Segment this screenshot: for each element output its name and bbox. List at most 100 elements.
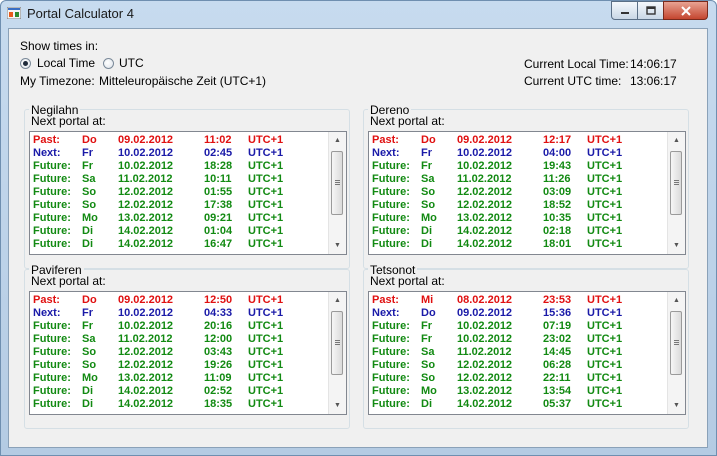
row-type: Future:	[372, 199, 410, 211]
row-type: Future:	[33, 346, 71, 358]
scroll-thumb[interactable]	[331, 151, 343, 215]
row-date: 12.02.2012	[118, 199, 174, 211]
row-date: 11.02.2012	[457, 346, 512, 358]
portal-times-list[interactable]: Past: Do 09.02.2012 11:02 UTC+1 Next: Fr 10.02.…	[29, 131, 347, 255]
row-day: So	[82, 346, 97, 358]
scroll-up-arrow-icon[interactable]: ▲	[668, 292, 685, 309]
scroll-thumb[interactable]	[331, 311, 343, 375]
scroll-thumb[interactable]	[670, 151, 682, 215]
row-time: 03:09	[543, 186, 572, 198]
row-timezone: UTC+1	[587, 212, 623, 224]
scroll-down-arrow-icon[interactable]: ▼	[329, 237, 346, 254]
vertical-scrollbar[interactable]: ▲ ▼	[667, 292, 685, 414]
row-timezone: UTC+1	[587, 346, 623, 358]
vertical-scrollbar[interactable]: ▲ ▼	[667, 132, 685, 254]
grip-line	[674, 342, 679, 343]
row-date: 09.02.2012	[457, 134, 513, 146]
row-type: Future:	[372, 385, 410, 397]
portal-times-list[interactable]: Past: Do 09.02.2012 12:50 UTC+1 Next: Fr 10.02.…	[29, 291, 347, 415]
row-timezone: UTC+1	[587, 147, 623, 159]
local-time-label[interactable]: Local Time	[37, 56, 95, 70]
row-time: 17:38	[204, 199, 233, 211]
row-time: 04:33	[204, 307, 233, 319]
row-date: 12.02.2012	[118, 186, 174, 198]
title-bar[interactable]: Portal Calculator 4	[1, 1, 716, 27]
vertical-scrollbar[interactable]: ▲ ▼	[328, 292, 346, 414]
row-timezone: UTC+1	[587, 372, 623, 384]
row-day: Di	[421, 238, 432, 250]
row-type: Future:	[372, 238, 410, 250]
row-timezone: UTC+1	[248, 173, 284, 185]
scroll-down-arrow-icon[interactable]: ▼	[668, 397, 685, 414]
row-timezone: UTC+1	[587, 333, 623, 345]
next-portal-label: Next portal at:	[31, 274, 106, 288]
scroll-up-arrow-icon[interactable]: ▲	[668, 132, 685, 149]
scroll-up-arrow-icon[interactable]: ▲	[329, 292, 346, 309]
row-date: 10.02.2012	[118, 307, 174, 319]
local-time-radio[interactable]	[20, 58, 31, 69]
row-type: Past:	[372, 134, 399, 146]
portal-times-list[interactable]: Past: Mi 08.02.2012 23:53 UTC+1 Next: Do 09.02.…	[368, 291, 686, 415]
row-day: So	[421, 199, 436, 211]
row-type: Future:	[33, 398, 71, 410]
row-day: Fr	[82, 147, 93, 159]
row-time: 23:02	[543, 333, 572, 345]
row-time: 22:11	[543, 372, 571, 384]
scroll-down-arrow-icon[interactable]: ▼	[668, 237, 685, 254]
row-time: 01:04	[204, 225, 233, 237]
row-day: Fr	[421, 147, 432, 159]
row-type: Future:	[372, 186, 410, 198]
row-date: 13.02.2012	[457, 212, 513, 224]
row-day: Do	[421, 134, 436, 146]
row-day: So	[421, 359, 436, 371]
row-time: 02:52	[204, 385, 233, 397]
grip-line	[335, 340, 340, 341]
portal-times-list[interactable]: Past: Do 09.02.2012 12:17 UTC+1 Next: Fr 10.02.…	[368, 131, 686, 255]
utc-label[interactable]: UTC	[119, 56, 144, 70]
row-time: 02:18	[543, 225, 572, 237]
row-date: 11.02.2012	[118, 173, 173, 185]
row-day: So	[421, 186, 436, 198]
grip-line	[335, 182, 340, 183]
row-day: Fr	[82, 320, 93, 332]
grip-line	[335, 342, 340, 343]
row-day: Di	[421, 225, 432, 237]
app-icon	[7, 7, 21, 19]
portal-group-paviferen: Paviferen Next portal at: Past: Do 09.02.201…	[24, 263, 350, 429]
grip-line	[674, 340, 679, 341]
scroll-down-arrow-icon[interactable]: ▼	[329, 397, 346, 414]
row-time: 18:35	[204, 398, 233, 410]
scroll-up-arrow-icon[interactable]: ▲	[329, 132, 346, 149]
row-time: 12:17	[543, 134, 572, 146]
row-date: 10.02.2012	[118, 320, 174, 332]
scroll-thumb[interactable]	[670, 311, 682, 375]
row-timezone: UTC+1	[587, 398, 623, 410]
grip-line	[335, 344, 340, 345]
vertical-scrollbar[interactable]: ▲ ▼	[328, 132, 346, 254]
row-day: So	[82, 186, 97, 198]
row-date: 08.02.2012	[457, 294, 513, 306]
row-date: 12.02.2012	[457, 372, 513, 384]
minimize-button[interactable]	[611, 1, 638, 20]
row-time: 11:09	[204, 372, 232, 384]
maximize-button[interactable]	[637, 1, 664, 20]
row-time: 09:21	[204, 212, 233, 224]
utc-radio[interactable]	[103, 58, 114, 69]
row-type: Past:	[33, 294, 60, 306]
row-day: Di	[82, 398, 93, 410]
row-timezone: UTC+1	[587, 320, 623, 332]
row-time: 19:43	[543, 160, 572, 172]
row-time: 15:36	[543, 307, 572, 319]
row-time: 18:01	[543, 238, 572, 250]
row-time: 01:55	[204, 186, 233, 198]
grip-line	[674, 344, 679, 345]
my-timezone-label: My Timezone:	[20, 74, 95, 88]
grip-line	[335, 184, 340, 185]
close-button[interactable]	[663, 1, 708, 20]
row-date: 14.02.2012	[118, 238, 174, 250]
row-time: 20:16	[204, 320, 233, 332]
row-day: So	[82, 359, 97, 371]
row-time: 05:37	[543, 398, 572, 410]
my-timezone-value: Mitteleuropäische Zeit (UTC+1)	[99, 74, 267, 88]
row-type: Past:	[33, 134, 60, 146]
